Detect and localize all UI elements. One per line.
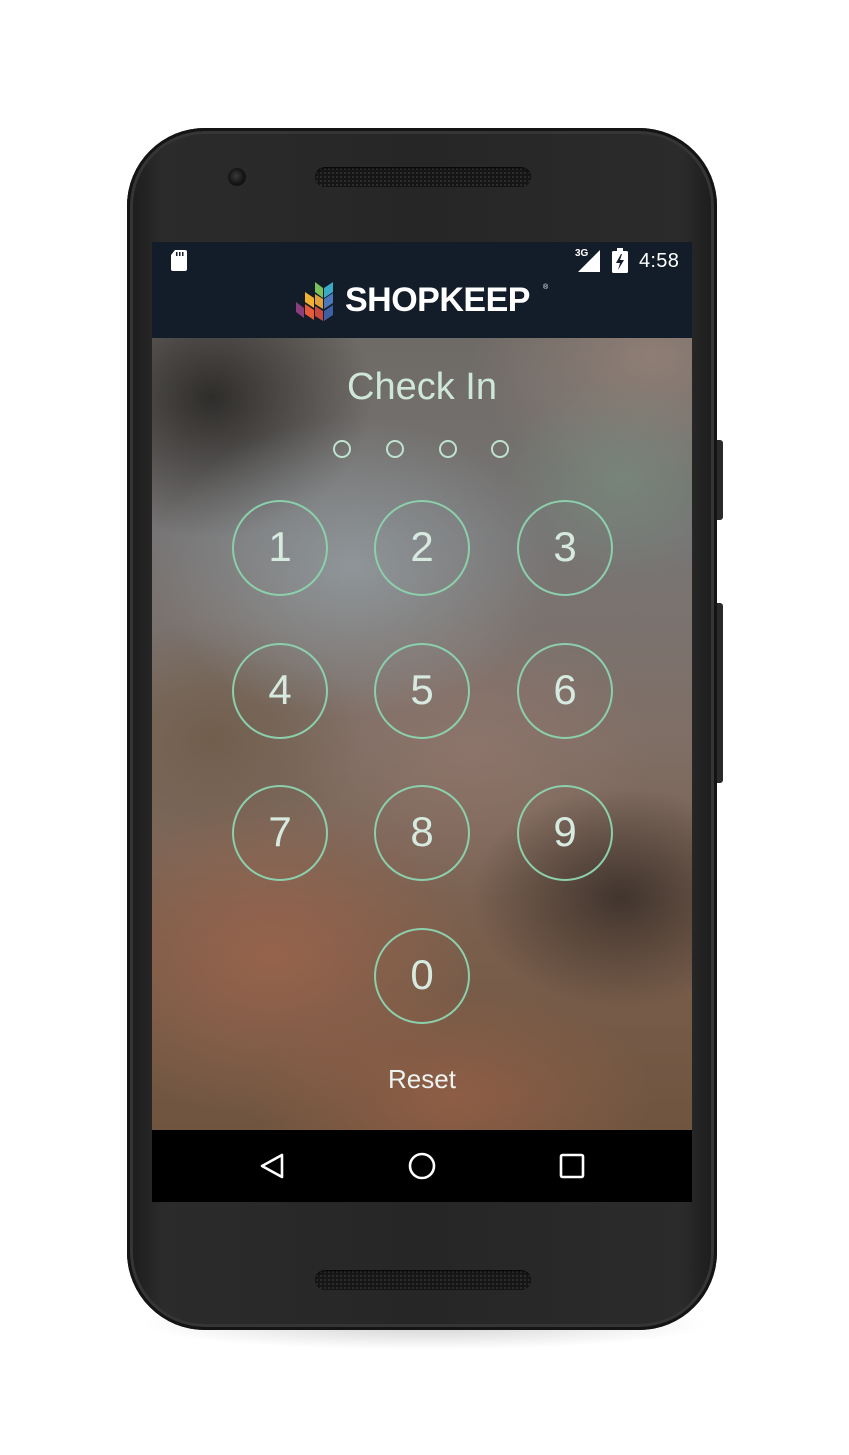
pin-dot-1: [333, 440, 351, 458]
bottom-speaker: [315, 1270, 531, 1290]
battery-charging-icon: [612, 248, 628, 273]
front-camera: [228, 168, 246, 186]
reset-button[interactable]: Reset: [372, 1064, 472, 1095]
key-1[interactable]: 1: [232, 500, 328, 596]
shopkeep-logo-icon: [296, 282, 333, 321]
registered-mark: ®: [543, 284, 549, 291]
key-4[interactable]: 4: [232, 643, 328, 739]
key-7[interactable]: 7: [232, 785, 328, 881]
key-6[interactable]: 6: [517, 643, 613, 739]
checkin-panel: Check In 1 2 3 4 5 6 7 8 9 0 Reset: [152, 338, 692, 1130]
back-icon[interactable]: [255, 1149, 289, 1183]
clock: 4:58: [639, 250, 680, 272]
pin-dot-3: [439, 440, 457, 458]
recents-icon[interactable]: [555, 1149, 589, 1183]
pin-dot-2: [386, 440, 404, 458]
key-3[interactable]: 3: [517, 500, 613, 596]
screen: 3G 4:58 SHOPKEEP ® Check In 1 2 3 4 5 6 …: [152, 242, 692, 1202]
volume-button: [717, 603, 723, 783]
status-bar: 3G 4:58: [152, 242, 692, 280]
sd-card-icon: [171, 250, 187, 271]
page-title: Check In: [347, 366, 497, 408]
home-icon[interactable]: [405, 1149, 439, 1183]
brand-name: SHOPKEEP: [345, 281, 530, 319]
power-button: [717, 440, 723, 520]
top-speaker: [315, 167, 531, 187]
navigation-bar: [152, 1130, 692, 1202]
key-8[interactable]: 8: [374, 785, 470, 881]
pin-dot-4: [491, 440, 509, 458]
key-0[interactable]: 0: [374, 928, 470, 1024]
key-5[interactable]: 5: [374, 643, 470, 739]
key-2[interactable]: 2: [374, 500, 470, 596]
key-9[interactable]: 9: [517, 785, 613, 881]
signal-icon: [578, 250, 600, 272]
app-header: SHOPKEEP ®: [152, 280, 692, 338]
